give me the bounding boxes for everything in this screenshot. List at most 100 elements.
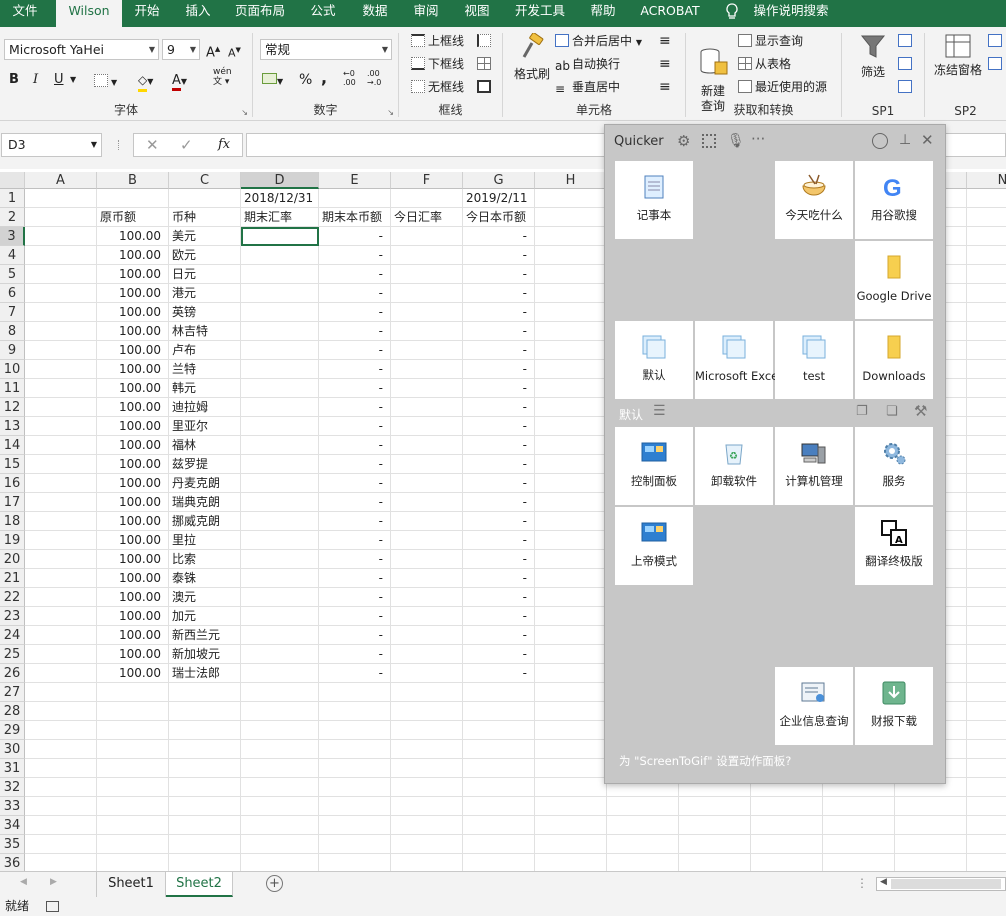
cell-F19[interactable] <box>391 531 463 550</box>
row-header[interactable]: 27 <box>0 683 25 702</box>
cell-K34[interactable] <box>751 816 823 835</box>
bold-button[interactable]: B <box>9 71 19 89</box>
cell-N17[interactable] <box>967 493 1006 512</box>
cell-H2[interactable] <box>535 208 607 227</box>
cell-A9[interactable] <box>25 341 97 360</box>
cell-G28[interactable] <box>463 702 535 721</box>
cell-B11[interactable]: 100.00 <box>97 379 169 398</box>
cell-F16[interactable] <box>391 474 463 493</box>
cell-A2[interactable] <box>25 208 97 227</box>
percent-button[interactable]: % <box>299 71 312 89</box>
row-header[interactable]: 4 <box>0 246 25 265</box>
cell-D1[interactable]: 2018/12/31 <box>241 189 319 208</box>
row-header[interactable]: 20 <box>0 550 25 569</box>
cell-F5[interactable] <box>391 265 463 284</box>
cell-M33[interactable] <box>895 797 967 816</box>
cell-H9[interactable] <box>535 341 607 360</box>
macro-record-icon[interactable] <box>46 901 59 912</box>
tab-developer[interactable]: 开发工具 <box>509 0 571 27</box>
cell-D25[interactable] <box>241 645 319 664</box>
row-header[interactable]: 19 <box>0 531 25 550</box>
vertical-center-button[interactable]: ≡ 垂直居中 <box>555 78 620 96</box>
cell-N1[interactable] <box>967 189 1006 208</box>
row-header[interactable]: 34 <box>0 816 25 835</box>
cell-N29[interactable] <box>967 721 1006 740</box>
cell-G21[interactable]: - <box>463 569 535 588</box>
cell-F36[interactable] <box>391 854 463 871</box>
cell-H34[interactable] <box>535 816 607 835</box>
quicker-tile-5[interactable]: 默认 <box>615 321 693 399</box>
cell-D35[interactable] <box>241 835 319 854</box>
row-header[interactable]: 1 <box>0 189 25 208</box>
cell-G25[interactable]: - <box>463 645 535 664</box>
increase-decimal-icon[interactable]: ←0.00 <box>343 69 356 87</box>
cell-D22[interactable] <box>241 588 319 607</box>
cell-C24[interactable]: 新西兰元 <box>169 626 241 645</box>
cell-A17[interactable] <box>25 493 97 512</box>
cell-N14[interactable] <box>967 436 1006 455</box>
cell-A13[interactable] <box>25 417 97 436</box>
cell-D17[interactable] <box>241 493 319 512</box>
row-header[interactable]: 31 <box>0 759 25 778</box>
cell-D23[interactable] <box>241 607 319 626</box>
currency-icon[interactable]: ▼ <box>262 71 283 91</box>
cell-E35[interactable] <box>319 835 391 854</box>
cell-A35[interactable] <box>25 835 97 854</box>
cell-D21[interactable] <box>241 569 319 588</box>
cell-B14[interactable]: 100.00 <box>97 436 169 455</box>
cell-H4[interactable] <box>535 246 607 265</box>
cell-E21[interactable]: - <box>319 569 391 588</box>
sheet-tab-sheet2[interactable]: Sheet2 <box>166 872 233 897</box>
cell-E17[interactable]: - <box>319 493 391 512</box>
cell-C25[interactable]: 新加坡元 <box>169 645 241 664</box>
cell-H30[interactable] <box>535 740 607 759</box>
cell-H10[interactable] <box>535 360 607 379</box>
cell-D34[interactable] <box>241 816 319 835</box>
row-header[interactable]: 12 <box>0 398 25 417</box>
cell-H27[interactable] <box>535 683 607 702</box>
cell-E28[interactable] <box>319 702 391 721</box>
cell-H22[interactable] <box>535 588 607 607</box>
cell-N19[interactable] <box>967 531 1006 550</box>
cell-G10[interactable]: - <box>463 360 535 379</box>
quicker-tile-3[interactable]: 计算机管理 <box>775 427 853 505</box>
cell-A31[interactable] <box>25 759 97 778</box>
cell-H35[interactable] <box>535 835 607 854</box>
cell-L36[interactable] <box>823 854 895 871</box>
tab-view[interactable]: 视图 <box>457 0 497 27</box>
column-header[interactable]: N <box>967 172 1006 189</box>
cell-C10[interactable]: 兰特 <box>169 360 241 379</box>
cell-A34[interactable] <box>25 816 97 835</box>
cell-G2[interactable]: 今日本币额 <box>463 208 535 227</box>
cell-H14[interactable] <box>535 436 607 455</box>
row-header[interactable]: 16 <box>0 474 25 493</box>
cell-B10[interactable]: 100.00 <box>97 360 169 379</box>
cell-A23[interactable] <box>25 607 97 626</box>
cell-G5[interactable]: - <box>463 265 535 284</box>
cell-E14[interactable]: - <box>319 436 391 455</box>
cell-F12[interactable] <box>391 398 463 417</box>
cell-C13[interactable]: 里亚尔 <box>169 417 241 436</box>
cell-N24[interactable] <box>967 626 1006 645</box>
row-header[interactable]: 36 <box>0 854 25 871</box>
column-header[interactable]: B <box>97 172 169 189</box>
close-icon[interactable]: ✕ <box>921 131 934 149</box>
number-format-dropdown[interactable]: 常规 ▼ <box>260 39 392 60</box>
cell-G18[interactable]: - <box>463 512 535 531</box>
cell-F28[interactable] <box>391 702 463 721</box>
cell-B7[interactable]: 100.00 <box>97 303 169 322</box>
cell-L33[interactable] <box>823 797 895 816</box>
italic-button[interactable]: I <box>33 71 38 89</box>
row-header[interactable]: 33 <box>0 797 25 816</box>
cell-F8[interactable] <box>391 322 463 341</box>
column-header[interactable]: C <box>169 172 241 189</box>
more-icon[interactable]: ··· <box>751 130 765 148</box>
cell-H24[interactable] <box>535 626 607 645</box>
cell-A29[interactable] <box>25 721 97 740</box>
freeze-panes-button[interactable]: 冻结窗格 <box>929 33 987 78</box>
cell-G31[interactable] <box>463 759 535 778</box>
tools-icon[interactable]: ⚒ <box>914 402 927 420</box>
cell-E24[interactable]: - <box>319 626 391 645</box>
cell-B20[interactable]: 100.00 <box>97 550 169 569</box>
cell-H32[interactable] <box>535 778 607 797</box>
